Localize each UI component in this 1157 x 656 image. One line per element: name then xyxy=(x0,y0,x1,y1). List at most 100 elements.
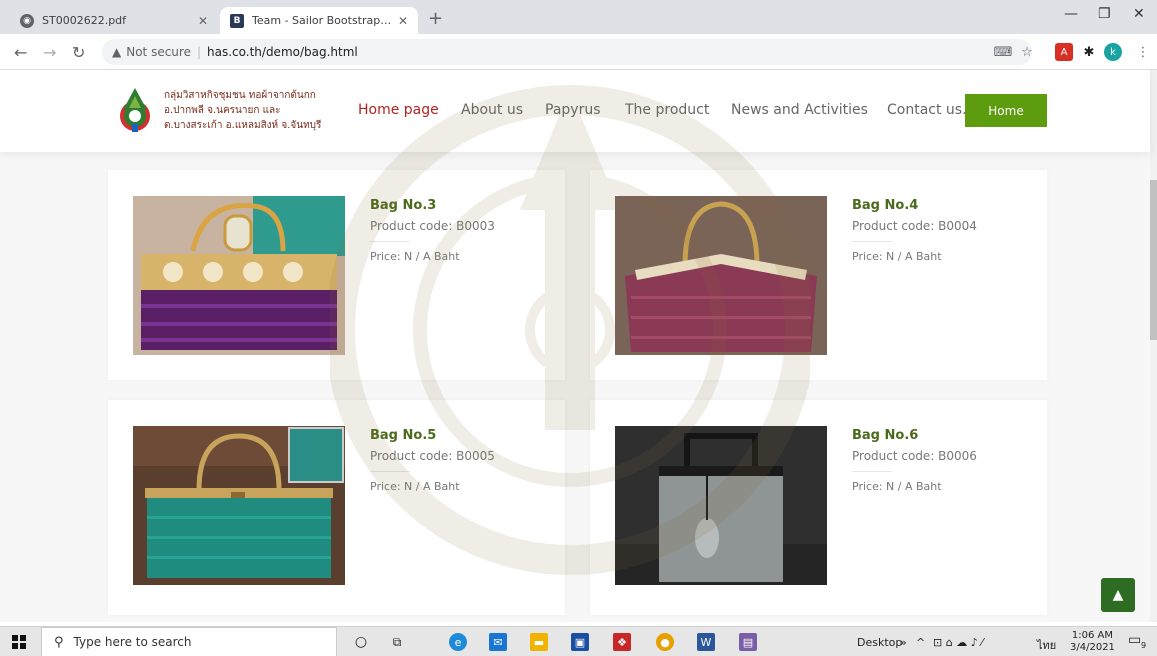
home-button[interactable]: Home xyxy=(965,94,1047,127)
nav-papyrus[interactable]: Papyrus xyxy=(545,102,601,118)
product-image[interactable] xyxy=(133,426,345,585)
pdf-extension-icon[interactable]: A xyxy=(1055,43,1073,61)
tab-team[interactable]: B Team - Sailor Bootstrap Template ✕ xyxy=(220,7,418,34)
language-indicator[interactable]: ไทย xyxy=(1037,636,1056,654)
restore-icon[interactable]: ❐ xyxy=(1098,6,1111,22)
brand-line: กลุ่มวิสาหกิจชุมชน ทอผ้าจากต้นกก xyxy=(164,90,316,101)
search-icon: ⚲ xyxy=(54,634,64,650)
product-code: Product code: B0005 xyxy=(370,449,495,463)
product-name[interactable]: Bag No.5 xyxy=(370,428,495,443)
chevron-up-icon[interactable]: ^ xyxy=(916,636,925,649)
product-card[interactable]: Bag No.5 Product code: B0005 Price: N / … xyxy=(108,400,565,615)
product-price: Price: N / A Baht xyxy=(852,480,942,493)
product-info: Bag No.3 Product code: B0003 Price: N / … xyxy=(370,198,495,263)
file-explorer-icon[interactable]: ▬ xyxy=(530,633,548,651)
divider xyxy=(852,241,892,242)
not-secure-label: Not secure xyxy=(126,45,191,59)
product-name[interactable]: Bag No.4 xyxy=(852,198,977,213)
close-tab-icon[interactable]: ✕ xyxy=(198,14,208,28)
task-view-icon[interactable]: ⧉ xyxy=(388,633,406,651)
minimize-icon[interactable]: — xyxy=(1064,6,1078,22)
product-card[interactable]: Bag No.6 Product code: B0006 Price: N / … xyxy=(590,400,1047,615)
nav-news-activities[interactable]: News and Activities xyxy=(731,102,868,118)
site-logo[interactable] xyxy=(112,86,158,134)
product-price: Price: N / A Baht xyxy=(370,480,460,493)
windows-start-icon[interactable] xyxy=(12,635,26,649)
new-tab-icon[interactable]: + xyxy=(428,8,443,29)
product-name[interactable]: Bag No.3 xyxy=(370,198,495,213)
globe-icon: ◉ xyxy=(20,13,34,28)
reload-icon[interactable]: ↻ xyxy=(72,43,85,62)
translate-icon[interactable]: ⌨ xyxy=(994,43,1013,61)
extensions-puzzle-icon[interactable]: ✱ xyxy=(1080,43,1098,61)
close-window-icon[interactable]: ✕ xyxy=(1133,6,1145,22)
clock-time: 1:06 AM xyxy=(1071,630,1114,641)
product-info: Bag No.6 Product code: B0006 Price: N / … xyxy=(852,428,977,493)
chevron-up-icon: ▲ xyxy=(1112,587,1124,603)
brand-line: ต.บางสระเก้า อ.แหลมสิงห์ จ.จันทบุรี xyxy=(164,120,322,131)
notification-count: 9 xyxy=(1141,641,1147,650)
product-info: Bag No.4 Product code: B0004 Price: N / … xyxy=(852,198,977,263)
url-input[interactable]: ▲ Not secure | has.co.th/demo/bag.html xyxy=(102,39,1032,65)
divider xyxy=(370,471,410,472)
nav-the-product[interactable]: The product xyxy=(625,102,709,118)
profile-avatar[interactable]: k xyxy=(1104,43,1122,61)
gift-app-icon[interactable]: ❖ xyxy=(613,633,631,651)
back-icon[interactable]: ← xyxy=(14,43,27,62)
warning-icon: ▲ xyxy=(112,45,122,59)
chevron-right-icon[interactable]: » xyxy=(900,636,907,649)
product-price: Price: N / A Baht xyxy=(852,250,942,263)
system-clock[interactable]: 1:06 AM 3/4/2021 xyxy=(1070,630,1115,654)
product-price: Price: N / A Baht xyxy=(370,250,460,263)
menu-kebab-icon[interactable]: ⋮ xyxy=(1134,43,1152,61)
app-icon[interactable]: ▤ xyxy=(739,633,757,651)
browser-tab-bar: ◉ ST0002622.pdf ✕ B Team - Sailor Bootst… xyxy=(0,0,1157,34)
web-page: กลุ่มวิสาหกิจชุมชน ทอผ้าจากต้นกก อ.ปากพล… xyxy=(0,70,1157,622)
divider: | xyxy=(196,45,202,59)
cortana-icon[interactable]: ○ xyxy=(352,633,370,651)
divider xyxy=(370,241,410,242)
bag-3-photo xyxy=(133,196,345,355)
search-placeholder: Type here to search xyxy=(73,635,192,649)
action-center-icon[interactable]: ▭ xyxy=(1128,632,1141,648)
brand-line: อ.ปากพลี จ.นครนายก และ xyxy=(164,105,281,116)
scrollbar-thumb[interactable] xyxy=(1150,180,1157,340)
taskbar-search-input[interactable]: ⚲ Type here to search xyxy=(41,627,337,656)
product-code: Product code: B0004 xyxy=(852,219,977,233)
notification-area-icons[interactable]: ⊡ ⌂ ☁ ♪ ⁄ xyxy=(933,636,983,649)
forward-icon[interactable]: → xyxy=(43,43,56,62)
nav-contact-us[interactable]: Contact us. xyxy=(887,102,967,118)
edge-icon[interactable]: e xyxy=(449,633,467,651)
product-card[interactable]: Bag No.3 Product code: B0003 Price: N / … xyxy=(108,170,565,380)
url-text: has.co.th/demo/bag.html xyxy=(207,45,358,59)
tab-title: ST0002622.pdf xyxy=(42,14,127,27)
product-name[interactable]: Bag No.6 xyxy=(852,428,977,443)
bag-6-photo xyxy=(615,426,827,585)
nav-about-us[interactable]: About us xyxy=(461,102,523,118)
product-image[interactable] xyxy=(615,426,827,585)
chrome-icon[interactable]: ● xyxy=(656,633,674,651)
close-tab-icon[interactable]: ✕ xyxy=(398,14,408,28)
tab-title: Team - Sailor Bootstrap Template xyxy=(252,14,392,27)
product-card[interactable]: Bag No.4 Product code: B0004 Price: N / … xyxy=(590,170,1047,380)
product-code: Product code: B0006 xyxy=(852,449,977,463)
desktop-toolbar-label[interactable]: Desktop xyxy=(857,636,902,649)
bootstrap-icon: B xyxy=(230,13,244,28)
word-icon[interactable]: W xyxy=(697,633,715,651)
clock-date: 3/4/2021 xyxy=(1070,642,1115,653)
back-to-top-button[interactable]: ▲ xyxy=(1101,578,1135,612)
nav-home-page[interactable]: Home page xyxy=(358,102,439,118)
mail-icon[interactable]: ✉ xyxy=(489,633,507,651)
tab-pdf[interactable]: ◉ ST0002622.pdf ✕ xyxy=(10,7,218,34)
bag-4-photo xyxy=(615,196,827,355)
bookmark-star-icon[interactable]: ☆ xyxy=(1018,43,1036,61)
page-scrollbar[interactable] xyxy=(1150,70,1157,622)
product-info: Bag No.5 Product code: B0005 Price: N / … xyxy=(370,428,495,493)
store-icon[interactable]: ▣ xyxy=(571,633,589,651)
windows-taskbar: ⚲ Type here to search ○ ⧉ e ✉ ▬ ▣ ❖ ● W … xyxy=(0,626,1157,656)
product-image[interactable] xyxy=(133,196,345,355)
site-header: กลุ่มวิสาหกิจชุมชน ทอผ้าจากต้นกก อ.ปากพล… xyxy=(0,70,1150,152)
divider xyxy=(852,471,892,472)
product-image[interactable] xyxy=(615,196,827,355)
bag-5-photo xyxy=(133,426,345,585)
